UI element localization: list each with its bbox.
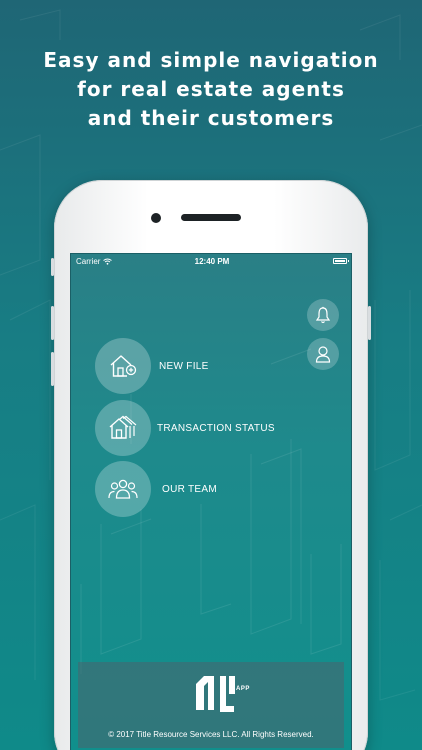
menu-item-our-team[interactable]: OUR TEAM	[95, 461, 217, 517]
user-icon	[315, 346, 331, 363]
app-screen: Carrier 12:40 PM NEW FILE TRANSACTION ST…	[70, 253, 352, 750]
our-team-icon-circle	[95, 461, 151, 517]
menu-label-our-team: OUR TEAM	[162, 483, 217, 495]
headline-line-2: for real estate agents	[77, 77, 345, 101]
menu-item-transaction-status[interactable]: TRANSACTION STATUS	[95, 400, 275, 456]
volume-up-button	[51, 306, 54, 340]
profile-button[interactable]	[307, 338, 339, 370]
headline-line-1: Easy and simple navigation	[43, 48, 379, 72]
power-button	[368, 306, 371, 340]
bell-icon	[315, 306, 331, 324]
new-file-icon-circle	[95, 338, 151, 394]
status-bar: Carrier 12:40 PM	[71, 254, 351, 270]
team-icon	[108, 479, 138, 499]
app-logo	[196, 676, 235, 712]
logo-app-text: APP	[236, 686, 250, 692]
mute-switch	[51, 258, 54, 276]
battery-fill	[335, 260, 345, 262]
earpiece-speaker	[181, 214, 241, 221]
houses-icon	[109, 415, 137, 439]
front-camera	[151, 213, 161, 223]
headline: Easy and simple navigation for real esta…	[0, 46, 422, 133]
transaction-status-icon-circle	[95, 400, 151, 456]
headline-line-3: and their customers	[87, 106, 335, 130]
copyright-text: © 2017 Title Resource Services LLC. All …	[108, 730, 314, 739]
menu-label-new-file: NEW FILE	[159, 360, 209, 372]
battery-icon	[333, 258, 349, 264]
menu-label-transaction-status: TRANSACTION STATUS	[157, 422, 275, 434]
store-screenshot-page: Easy and simple navigation for real esta…	[0, 0, 422, 750]
phone-frame: Carrier 12:40 PM NEW FILE TRANSACTION ST…	[51, 180, 371, 750]
notifications-button[interactable]	[307, 299, 339, 331]
footer-panel: APP © 2017 Title Resource Services LLC. …	[78, 662, 344, 748]
menu-item-new-file[interactable]: NEW FILE	[95, 338, 209, 394]
status-time: 12:40 PM	[194, 257, 230, 266]
volume-down-button	[51, 352, 54, 386]
house-plus-icon	[110, 355, 137, 377]
